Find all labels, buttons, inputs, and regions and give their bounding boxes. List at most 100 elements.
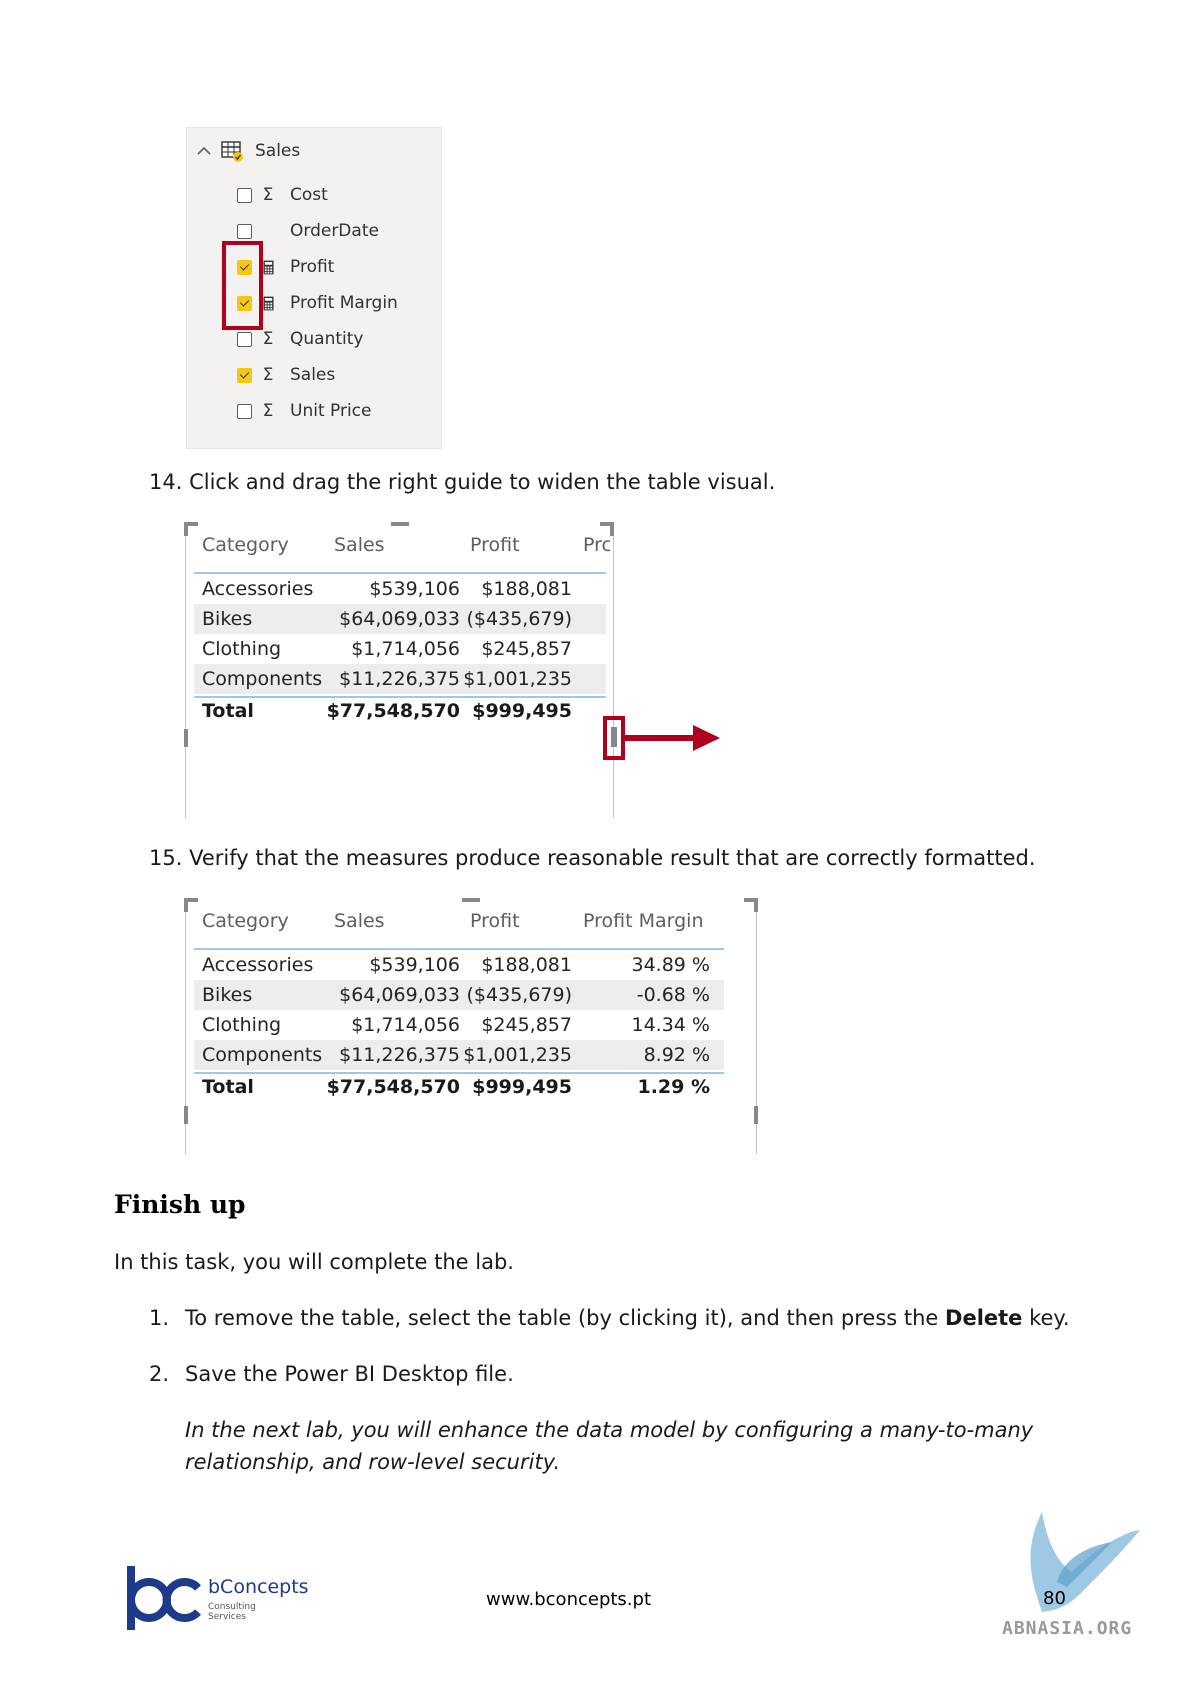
column-header-profit[interactable]: Profit xyxy=(470,898,520,943)
right-resize-handle[interactable] xyxy=(754,1106,758,1124)
table-cell: $188,081 xyxy=(481,954,572,976)
field-sales[interactable]: Σ Sales xyxy=(237,363,335,387)
table-cell: $1,001,235 xyxy=(463,668,572,690)
table-cell: Clothing xyxy=(202,1014,282,1036)
highlight-box xyxy=(222,241,263,330)
table-cell: ($435,679) xyxy=(466,608,572,630)
field-label: Cost xyxy=(290,185,328,205)
key-name: Delete xyxy=(945,1306,1023,1330)
column-header-profit-margin[interactable]: Profit Margin xyxy=(583,898,704,943)
page-number: 80 xyxy=(1043,1588,1066,1609)
table-cell: $64,069,033 xyxy=(339,608,460,630)
table-cell: $245,857 xyxy=(481,1014,572,1036)
field-unit-price[interactable]: Σ Unit Price xyxy=(237,399,371,423)
total-cell: $77,548,570 xyxy=(326,1076,460,1098)
bird-watermark-icon xyxy=(1030,1512,1140,1612)
list-number: 2. xyxy=(149,1362,170,1386)
brand-subtitle: Consulting Services xyxy=(208,1602,256,1622)
column-header-profit-margin-truncated[interactable]: Prc xyxy=(583,522,610,567)
table-cell: $64,069,033 xyxy=(339,984,460,1006)
arrow-right-icon xyxy=(625,725,720,751)
table-cell: $1,001,235 xyxy=(463,1044,572,1066)
step-14: 14. Click and drag the right guide to wi… xyxy=(149,470,775,494)
table-cell: $11,226,375 xyxy=(339,1044,460,1066)
table-cell: 34.89 % xyxy=(631,954,711,976)
table-name: Sales xyxy=(255,141,301,161)
field-orderdate[interactable]: OrderDate xyxy=(237,219,379,243)
field-quantity[interactable]: Σ Quantity xyxy=(237,327,363,351)
table-cell: $188,081 xyxy=(481,578,572,600)
column-header-sales[interactable]: Sales xyxy=(334,898,385,943)
step-number: 14. xyxy=(149,470,183,494)
step-number: 15. xyxy=(149,846,183,870)
table-cell: Clothing xyxy=(202,638,282,660)
field-label: Quantity xyxy=(290,329,364,349)
table-cell: Components xyxy=(202,668,323,690)
column-header-profit[interactable]: Profit xyxy=(470,522,520,567)
checkbox[interactable] xyxy=(237,331,252,347)
table-cell: ($435,679) xyxy=(466,984,572,1006)
column-header-category[interactable]: Category xyxy=(202,898,289,943)
table-cell: 14.34 % xyxy=(631,1014,711,1036)
corner-handle[interactable] xyxy=(754,898,758,912)
intro-text: In this task, you will complete the lab. xyxy=(114,1250,514,1274)
total-label: Total xyxy=(202,700,254,722)
list-item-1: To remove the table, select the table (b… xyxy=(185,1306,1070,1330)
closing-note: In the next lab, you will enhance the da… xyxy=(185,1414,1033,1478)
left-resize-handle[interactable] xyxy=(184,1106,188,1124)
subtitle-line: Consulting xyxy=(208,1602,256,1612)
table-cell: Accessories xyxy=(202,578,314,600)
right-resize-handle[interactable] xyxy=(611,727,617,747)
list-number: 1. xyxy=(149,1306,170,1330)
watermark-text: ABNASIA.ORG xyxy=(1002,1618,1133,1639)
corner-handle[interactable] xyxy=(184,522,188,536)
list-item-2: Save the Power BI Desktop file. xyxy=(185,1362,514,1386)
sigma-icon: Σ xyxy=(262,365,274,385)
table-cell: $1,714,056 xyxy=(351,1014,460,1036)
bconcepts-logo: bConcepts Consulting Services xyxy=(124,1566,324,1636)
field-label: Profit Margin xyxy=(290,293,398,313)
table-cell: $245,857 xyxy=(481,638,572,660)
checkbox-checked[interactable] xyxy=(237,367,252,383)
fields-pane: Sales Σ Cost OrderDate Profit Profit Mar… xyxy=(186,127,442,449)
table-cell: $539,106 xyxy=(369,954,460,976)
corner-handle[interactable] xyxy=(184,898,188,912)
sigma-icon: Σ xyxy=(262,401,274,421)
table-cell: $1,714,056 xyxy=(351,638,460,660)
table-cell: Bikes xyxy=(202,608,253,630)
checkbox[interactable] xyxy=(237,187,252,203)
column-header-sales[interactable]: Sales xyxy=(334,522,385,567)
field-label: Sales xyxy=(290,365,336,385)
left-resize-handle[interactable] xyxy=(184,729,188,747)
table-visual-narrow[interactable]: Category Sales Profit Prc Accessories $5… xyxy=(184,522,720,818)
table-cell: Bikes xyxy=(202,984,253,1006)
step-text: Verify that the measures produce reasona… xyxy=(189,846,1036,870)
footer-url[interactable]: www.bconcepts.pt xyxy=(486,1589,651,1610)
column-header-category[interactable]: Category xyxy=(202,522,289,567)
table-cell: Accessories xyxy=(202,954,314,976)
checkbox[interactable] xyxy=(237,223,252,239)
sales-table-header[interactable]: Sales xyxy=(195,139,300,163)
corner-handle[interactable] xyxy=(610,522,614,536)
section-heading: Finish up xyxy=(114,1190,246,1219)
text-segment: key. xyxy=(1022,1306,1070,1330)
text-segment: To remove the table, select the table (b… xyxy=(185,1306,946,1330)
note-line: relationship, and row-level security. xyxy=(185,1450,561,1474)
total-cell: $999,495 xyxy=(472,700,572,722)
sigma-icon: Σ xyxy=(262,329,274,349)
step-text: Click and drag the right guide to widen … xyxy=(189,470,776,494)
total-cell: $77,548,570 xyxy=(326,700,460,722)
table-cell: $11,226,375 xyxy=(339,668,460,690)
field-label: Profit xyxy=(290,257,335,277)
chevron-up-icon[interactable] xyxy=(195,142,213,160)
table-visual-wide[interactable]: Category Sales Profit Profit Margin Acce… xyxy=(184,898,758,1154)
checkbox[interactable] xyxy=(237,403,252,419)
subtitle-line: Services xyxy=(208,1612,246,1622)
note-line: In the next lab, you will enhance the da… xyxy=(185,1418,1034,1442)
table-cell: 8.92 % xyxy=(643,1044,710,1066)
field-label: OrderDate xyxy=(290,221,379,241)
field-cost[interactable]: Σ Cost xyxy=(237,183,328,207)
top-resize-handle[interactable] xyxy=(391,522,409,526)
table-cell: -0.68 % xyxy=(636,984,710,1006)
blank-icon xyxy=(259,221,277,241)
